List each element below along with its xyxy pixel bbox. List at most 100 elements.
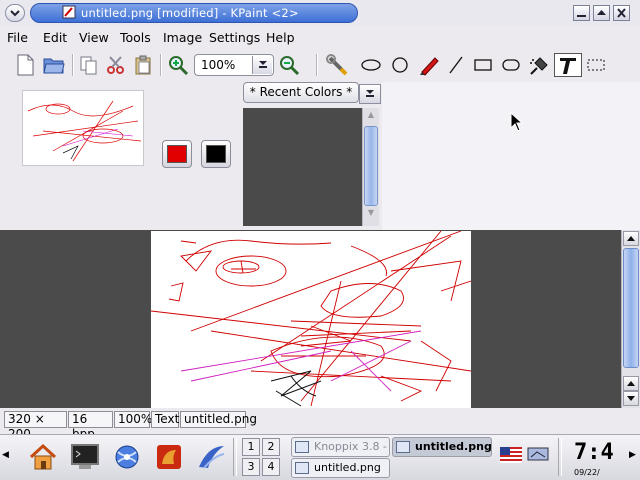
scroll-up-button[interactable] [623,231,639,246]
task-knoppix[interactable]: Knoppix 3.8 - h [291,437,390,457]
menu-image[interactable]: Image [163,30,202,45]
konqueror-icon [115,445,139,469]
recent-colors-palette[interactable] [243,108,362,226]
canvas-vertical-scrollbar[interactable] [621,230,640,408]
rectangle-tool[interactable] [471,53,495,77]
chevron-down-icon [366,90,374,97]
zoom-in-button[interactable] [166,53,190,77]
scroll-up-icon[interactable]: ▲ [364,110,378,124]
status-depth: 16 bpp [68,411,113,441]
spraycan-icon [530,57,548,75]
zoom-value: 100% [201,58,236,72]
taskbar-separator [233,438,237,476]
foreground-color-button[interactable] [162,140,192,168]
scroll-thumb[interactable] [623,248,639,368]
desktop-4[interactable]: 4 [262,458,280,476]
navigator-thumbnail[interactable] [22,90,144,166]
task-untitled-active[interactable]: untitled.png [392,437,492,457]
menu-edit[interactable]: Edit [43,30,67,45]
openoffice-icon [199,446,225,469]
menu-tools[interactable]: Tools [120,30,151,45]
menu-settings[interactable]: Settings [209,30,260,45]
clock-time[interactable]: 7:4 [574,440,614,465]
toolbar-separator [160,54,162,76]
taskbar-separator [558,438,562,476]
menu-help[interactable]: Help [266,30,295,45]
rounded-rectangle-icon [502,59,520,71]
background-color-button[interactable] [201,140,231,168]
ellipse-icon [361,59,381,71]
status-zoom: 100% [114,411,152,428]
zoom-dropdown-button[interactable] [252,56,272,74]
task-untitled[interactable]: untitled.png [291,458,390,478]
text-tool-icon [560,58,576,74]
chevron-down-icon [258,61,267,68]
copy-button[interactable] [77,53,101,77]
office-launcher[interactable] [194,440,228,474]
home-icon [29,443,57,470]
thumbnail-preview [27,100,142,162]
foreground-color-swatch [167,145,187,163]
rounded-rectangle-tool[interactable] [499,53,523,77]
arrow-up-icon [627,236,635,241]
selection-tool[interactable] [584,53,608,77]
taskbar-hide-left-icon[interactable]: ◀ [2,450,12,470]
circle-icon [392,57,408,73]
arrow-up-icon [627,381,635,386]
scroll-down-button[interactable] [623,391,639,406]
zoom-in-icon [169,56,189,76]
folder-open-icon [43,58,65,74]
scissors-icon [107,56,124,74]
drawing-canvas[interactable] [151,231,471,408]
text-tool[interactable] [554,53,582,77]
window-title[interactable]: untitled.png [modified] - KPaint <2> [30,3,358,23]
new-file-button[interactable] [13,53,37,77]
scroll-down-icon[interactable]: ▼ [364,208,378,222]
display-tray-icon[interactable] [527,447,549,463]
menu-file[interactable]: File [7,30,28,45]
recent-colors-dropdown[interactable] [359,84,381,104]
keyboard-layout-flag-icon[interactable] [500,447,522,463]
circle-tool[interactable] [388,53,412,77]
zoom-out-button[interactable] [277,53,301,77]
open-file-button[interactable] [42,53,66,77]
terminal-icon [71,444,99,469]
close-icon [617,8,626,18]
pen-tool[interactable] [417,53,441,77]
window-menu-button[interactable] [5,4,25,22]
home-launcher[interactable] [26,440,60,474]
pen-icon [420,57,439,76]
desktop-2[interactable]: 2 [262,438,280,456]
menu-view[interactable]: View [79,30,109,45]
toolbar-separator [316,54,318,76]
browser-launcher[interactable] [110,440,144,474]
browser-window-icon [295,441,309,453]
recent-colors-scrollbar[interactable]: ▲ ▼ [362,108,379,226]
scroll-thumb[interactable] [364,126,378,206]
properties-tool[interactable] [325,53,349,77]
kpaint-launcher[interactable] [152,440,186,474]
line-tool[interactable] [444,53,468,77]
spraycan-tool[interactable] [527,53,551,77]
arrow-down-icon [627,396,635,401]
cut-button[interactable] [104,53,128,77]
zoom-select[interactable]: 100% [194,54,274,76]
background-color-swatch [206,145,226,163]
close-button[interactable] [613,5,630,21]
scroll-up-button-lower[interactable] [623,376,639,391]
status-filename: untitled.png [180,411,257,428]
recent-colors-tab[interactable]: * Recent Colors * [243,82,359,103]
ellipse-tool[interactable] [359,53,383,77]
new-document-icon [17,54,34,76]
clipboard-icon [135,55,151,75]
minimize-button[interactable] [573,5,590,21]
terminal-launcher[interactable] [68,440,102,474]
taskbar-hide-right-icon[interactable]: ▶ [629,450,639,470]
zoom-out-icon [280,56,300,76]
desktop-1[interactable]: 1 [242,438,260,456]
desktop-3[interactable]: 3 [242,458,260,476]
maximize-button[interactable] [593,5,610,21]
wrench-icon [326,54,348,76]
paste-button[interactable] [131,53,155,77]
status-dimensions: 320 × 200 [4,411,67,441]
